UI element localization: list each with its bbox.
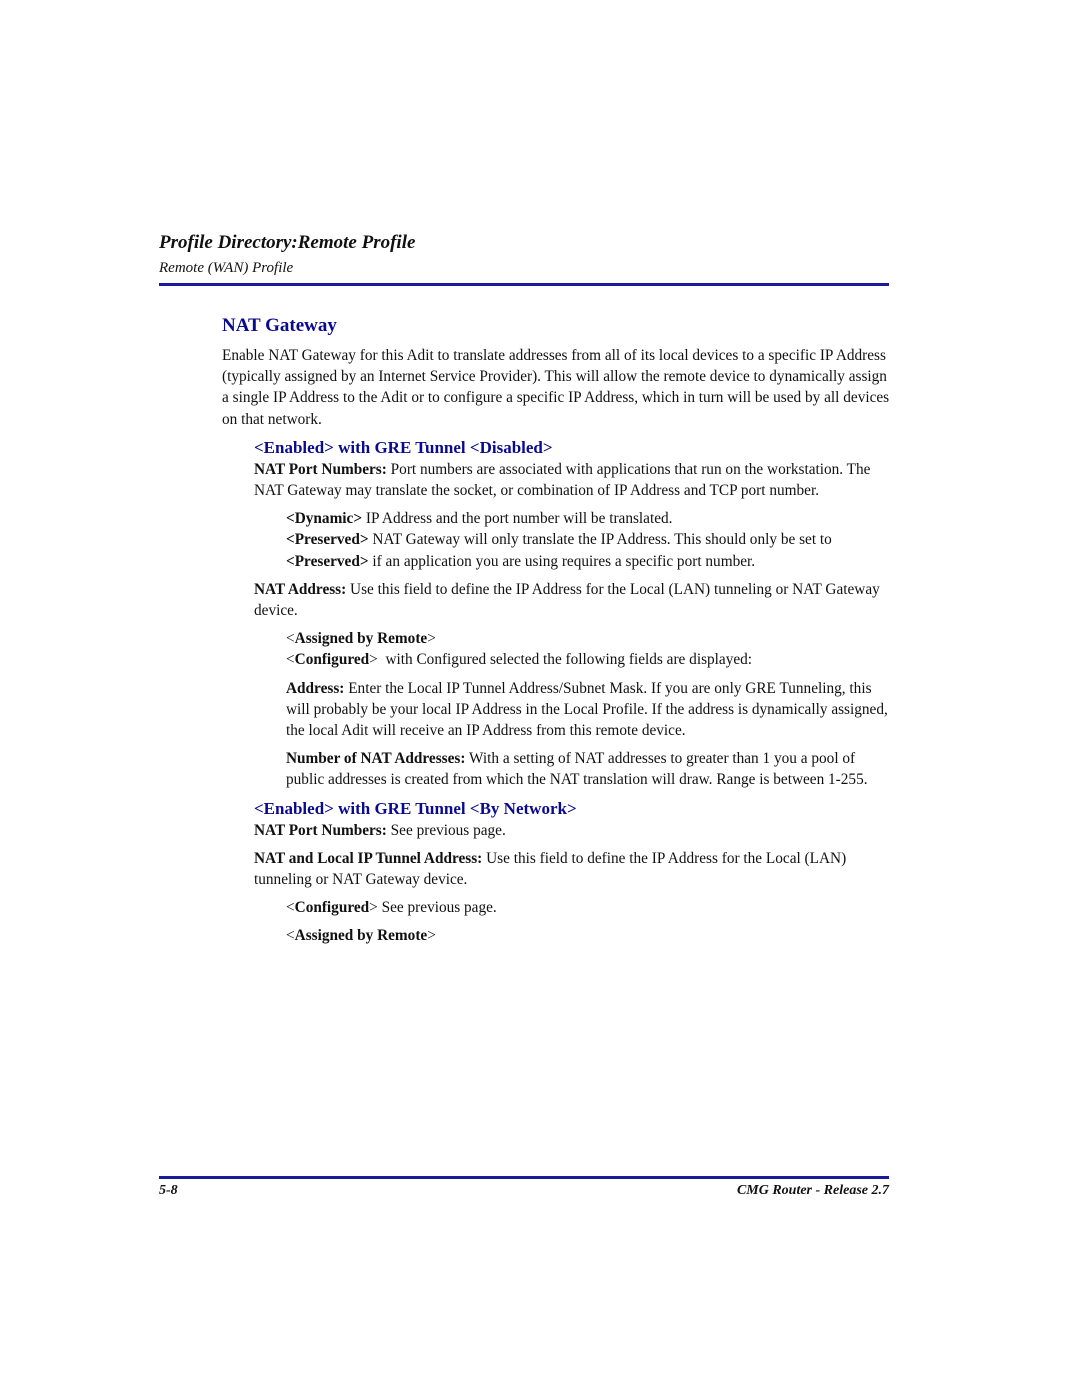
- page-number: 5-8: [159, 1183, 178, 1198]
- section-title: NAT Gateway: [222, 315, 337, 336]
- local-ip-tunnel-address-paragraph: NAT and Local IP Tunnel Address: Use thi…: [254, 848, 892, 890]
- term-label: NAT Address:: [254, 580, 347, 598]
- assigned-by-remote-option: <Assigned by Remote>: [286, 927, 436, 945]
- number-of-nat-addresses-paragraph: Number of NAT Addresses: With a setting …: [286, 748, 892, 790]
- nat-port-numbers-paragraph: NAT Port Numbers: Port numbers are assoc…: [254, 459, 892, 501]
- header-rule: [159, 283, 889, 286]
- footer-rule: [159, 1176, 889, 1179]
- subsection-title-gre-by-network: <Enabled> with GRE Tunnel <By Network>: [254, 798, 577, 818]
- term-text: Use this field to define the IP Address …: [254, 580, 880, 620]
- option-label: <Preserved>: [286, 531, 369, 549]
- term-label: Number of NAT Addresses:: [286, 750, 466, 768]
- term-label: NAT and Local IP Tunnel Address:: [254, 849, 483, 867]
- nat-port-numbers-paragraph: NAT Port Numbers: See previous page.: [254, 820, 892, 841]
- configured-option: <Configured> See previous page.: [286, 899, 497, 917]
- section-intro: Enable NAT Gateway for this Adit to tran…: [222, 347, 890, 428]
- option-text: NAT Gateway will only translate the IP A…: [368, 531, 832, 549]
- preserved-option-paragraph: <Preserved> NAT Gateway will only transl…: [286, 529, 892, 571]
- option-text: See previous page.: [377, 899, 497, 917]
- term-label: NAT Port Numbers:: [254, 821, 387, 839]
- subsection-title-gre-disabled: <Enabled> with GRE Tunnel <Disabled>: [254, 437, 553, 457]
- option-text: IP Address and the port number will be t…: [362, 510, 673, 528]
- page-footer: 5-8 CMG Router - Release 2.7: [159, 1183, 889, 1205]
- option-label: Configured: [294, 651, 370, 669]
- option-text: with Configured selected the following f…: [377, 651, 753, 669]
- option-label: Assigned by Remote: [294, 927, 428, 945]
- page-header: Profile Directory:Remote Profile Remote …: [159, 230, 889, 278]
- term-label: Address:: [286, 679, 345, 697]
- product-release: CMG Router - Release 2.7: [736, 1183, 889, 1198]
- nat-address-paragraph: NAT Address: Use this field to define th…: [254, 579, 892, 621]
- option-label: <Preserved>: [286, 552, 369, 570]
- chapter-subtitle: Remote (WAN) Profile: [159, 260, 294, 276]
- option-text: if an application you are using requires…: [368, 552, 756, 570]
- option-label: Assigned by Remote: [294, 630, 428, 648]
- option-label: Configured: [294, 899, 370, 917]
- assigned-by-remote-option: <Assigned by Remote>: [286, 630, 436, 648]
- configured-option: <Configured> with Configured selected th…: [286, 651, 753, 669]
- term-text: See previous page.: [386, 821, 506, 839]
- term-label: NAT Port Numbers:: [254, 460, 387, 478]
- option-label: <Dynamic>: [286, 510, 363, 528]
- address-paragraph: Address: Enter the Local IP Tunnel Addre…: [286, 678, 892, 742]
- dynamic-option-paragraph: <Dynamic> IP Address and the port number…: [286, 508, 892, 529]
- document-body: NAT Gateway Enable NAT Gateway for this …: [222, 313, 892, 947]
- chapter-title: Profile Directory:Remote Profile: [159, 232, 416, 253]
- term-text: Enter the Local IP Tunnel Address/Subnet…: [286, 679, 888, 740]
